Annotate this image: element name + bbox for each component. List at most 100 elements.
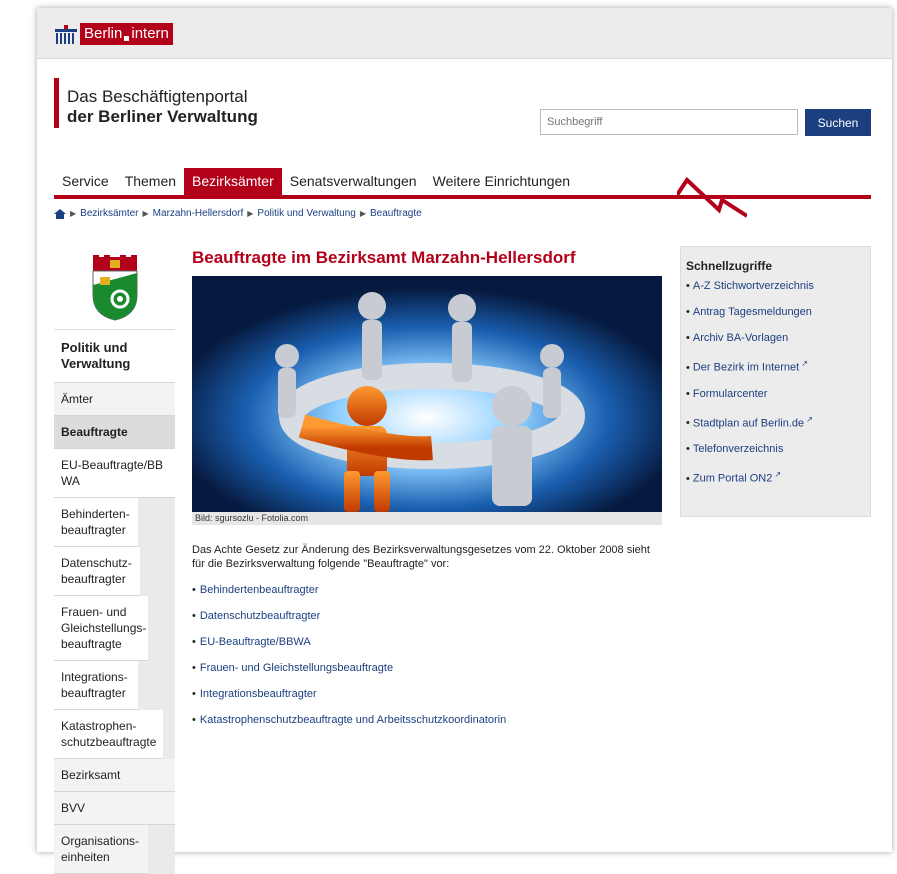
bullet: • [192,714,196,726]
quick-access-box: Schnellzugriffe • A-Z Stichwortverzeichni… [680,246,871,517]
quick-link-label[interactable]: Der Bezirk im Internet [693,362,799,374]
list-item-link[interactable]: Katastrophenschutzbeauftragte und Arbeit… [200,714,506,726]
bullet: • [192,610,196,622]
quick-link-label[interactable]: Antrag Tagesmeldungen [693,306,812,318]
left-sidebar: Politik und Verwaltung Ämter Beauftragte… [54,246,175,874]
breadcrumb-separator: ▶ [247,209,254,218]
page-title: Beauftragte im Bezirksamt Marzahn-Heller… [192,248,576,267]
logo-wordmark: Berlin intern [80,23,173,45]
sidebar-item-organisationseinheiten[interactable]: Organisations-einheiten [54,825,148,874]
sidebar-item-bvv[interactable]: BVV [54,792,175,825]
list-item-link[interactable]: Behindertenbeauftragter [200,584,319,596]
list-item-link[interactable]: Frauen- und Gleichstellungsbeauftragte [200,662,393,674]
portal-title: Das Beschäftigtenportal der Berliner Ver… [54,78,258,128]
external-link-icon: ↗ [801,359,808,368]
quick-link-label[interactable]: Archiv BA-Vorlagen [693,332,788,344]
nav-senatsverwaltungen[interactable]: Senatsverwaltungen [282,168,425,195]
external-link-icon: ↗ [774,470,782,480]
nav-bezirksaemter[interactable]: Bezirksämter [184,168,282,195]
bullet: • [686,280,690,292]
bullet: • [686,472,690,485]
breadcrumb-separator: ▶ [359,209,366,218]
logo-word-1: Berlin [84,25,123,42]
quick-link[interactable]: • Der Bezirk im Internet ↗ [686,357,865,375]
bullet: • [192,688,196,700]
breadcrumb-separator: ▶ [142,209,149,218]
berlin-intern-logo[interactable]: Berlin intern [54,23,173,45]
list-item[interactable]: • EU-Beauftragte/BBWA [192,635,662,649]
sidebar-item-behindertenbeauftragter[interactable]: Behinderten-beauftragter [54,498,138,547]
list-item-link[interactable]: Datenschutzbeauftragter [200,610,320,622]
list-item-link[interactable]: EU-Beauftragte/BBWA [200,636,311,648]
breadcrumb: ▶ Bezirksämter ▶ Marzahn-Hellersdorf ▶ P… [54,208,422,219]
brandenburg-gate-icon [55,25,77,44]
sidebar-item-frauen-gleichstellung[interactable]: Frauen- und Gleichstellungs-beauftragte [54,596,148,661]
page-frame: Berlin intern Das Beschäftigtenportal der… [37,8,892,874]
breadcrumb-item-current[interactable]: Beauftragte [370,208,422,219]
main-nav: Service Themen Bezirksämter Senatsverwal… [54,168,578,195]
quick-link-label[interactable]: Zum Portal ON2 [693,473,772,485]
sidebar-item-integrationsbeauftragter[interactable]: Integrations-beauftragter [54,661,138,710]
sidebar-item-eu-beauftragte[interactable]: EU-Beauftragte/BBWA [54,449,175,498]
quick-link[interactable]: • Stadtplan auf Berlin.de ↗ [686,413,865,431]
quick-link-label[interactable]: A-Z Stichwortverzeichnis [693,280,814,292]
external-link-icon: ↗ [806,414,813,424]
portal-title-line-1: Das Beschäftigtenportal [67,87,248,106]
quick-link-label[interactable]: Formularcenter [693,388,768,400]
list-item[interactable]: • Datenschutzbeauftragter [192,609,662,623]
quick-link-label[interactable]: Telefonverzeichnis [693,443,784,455]
sidebar-item-katastrophenschutz[interactable]: Katastrophen-schutzbeauftragte [54,710,163,759]
beauftragte-list: • Behindertenbeauftragter • Datenschutzbea… [192,583,662,727]
bullet: • [686,332,690,344]
top-bar: Berlin intern [37,8,892,59]
quick-link[interactable]: • Telefonverzeichnis [686,442,865,456]
bullet: • [686,361,690,374]
bullet: • [192,636,196,648]
coat-of-arms-icon [92,254,137,321]
quick-access-title: Schnellzugriffe [686,259,773,273]
quick-link[interactable]: • Formularcenter [686,387,865,401]
bullet: • [192,662,196,674]
bullet: • [686,417,690,430]
quick-link[interactable]: • A-Z Stichwortverzeichnis [686,279,865,293]
quick-access-list: • A-Z Stichwortverzeichnis • Antrag Tagesm… [686,279,865,486]
sidebar-item-bezirksamt[interactable]: Bezirksamt [54,759,175,792]
quick-link[interactable]: • Antrag Tagesmeldungen [686,305,865,319]
bullet: • [686,387,690,400]
image-caption: Bild: sgursozlu - Fotolia.com [192,512,662,525]
quick-link-label[interactable]: Stadtplan auf Berlin.de [693,417,804,429]
breadcrumb-item[interactable]: Bezirksämter [80,208,138,219]
list-item[interactable]: • Integrationsbeauftragter [192,687,662,701]
nav-weitere-einrichtungen[interactable]: Weitere Einrichtungen [425,168,578,195]
nav-service[interactable]: Service [54,168,117,195]
home-icon[interactable] [54,208,66,219]
list-item[interactable]: • Katastrophenschutzbeauftragte und Arbei… [192,713,662,727]
paper-people-ring-image [192,276,662,512]
bullet: • [686,306,690,318]
search-input[interactable] [540,109,798,135]
main-content: Beauftragte im Bezirksamt Marzahn-Heller… [192,246,662,739]
quick-link[interactable]: • Archiv BA-Vorlagen [686,331,865,345]
sidebar-item-aemter[interactable]: Ämter [54,383,175,416]
nav-underline [54,195,871,199]
breadcrumb-item[interactable]: Politik und Verwaltung [257,208,355,219]
search-button[interactable]: Suchen [805,109,871,136]
logo-dot [124,35,130,41]
district-crest [54,246,175,330]
list-item[interactable]: • Behindertenbeauftragter [192,583,662,597]
breadcrumb-item[interactable]: Marzahn-Hellersdorf [153,208,244,219]
sidebar-heading[interactable]: Politik und Verwaltung [54,330,175,383]
logo-word-2: intern [131,25,169,42]
sidebar-item-datenschutzbeauftragter[interactable]: Datenschutz-beauftragter [54,547,140,596]
intro-text: Das Achte Gesetz zur Änderung des Bezirk… [192,544,650,570]
sidebar-item-beauftragte[interactable]: Beauftragte [54,416,175,449]
bullet: • [686,443,690,456]
quick-link[interactable]: • Zum Portal ON2 ↗ [686,468,865,486]
hero-image [192,276,662,512]
bullet: • [192,584,196,596]
nav-themen[interactable]: Themen [117,168,184,195]
list-item-link[interactable]: Integrationsbeauftragter [200,688,317,700]
breadcrumb-separator: ▶ [70,209,77,218]
list-item[interactable]: • Frauen- und Gleichstellungsbeauftragte [192,661,662,675]
portal-title-line-2: der Berliner Verwaltung [67,107,258,126]
